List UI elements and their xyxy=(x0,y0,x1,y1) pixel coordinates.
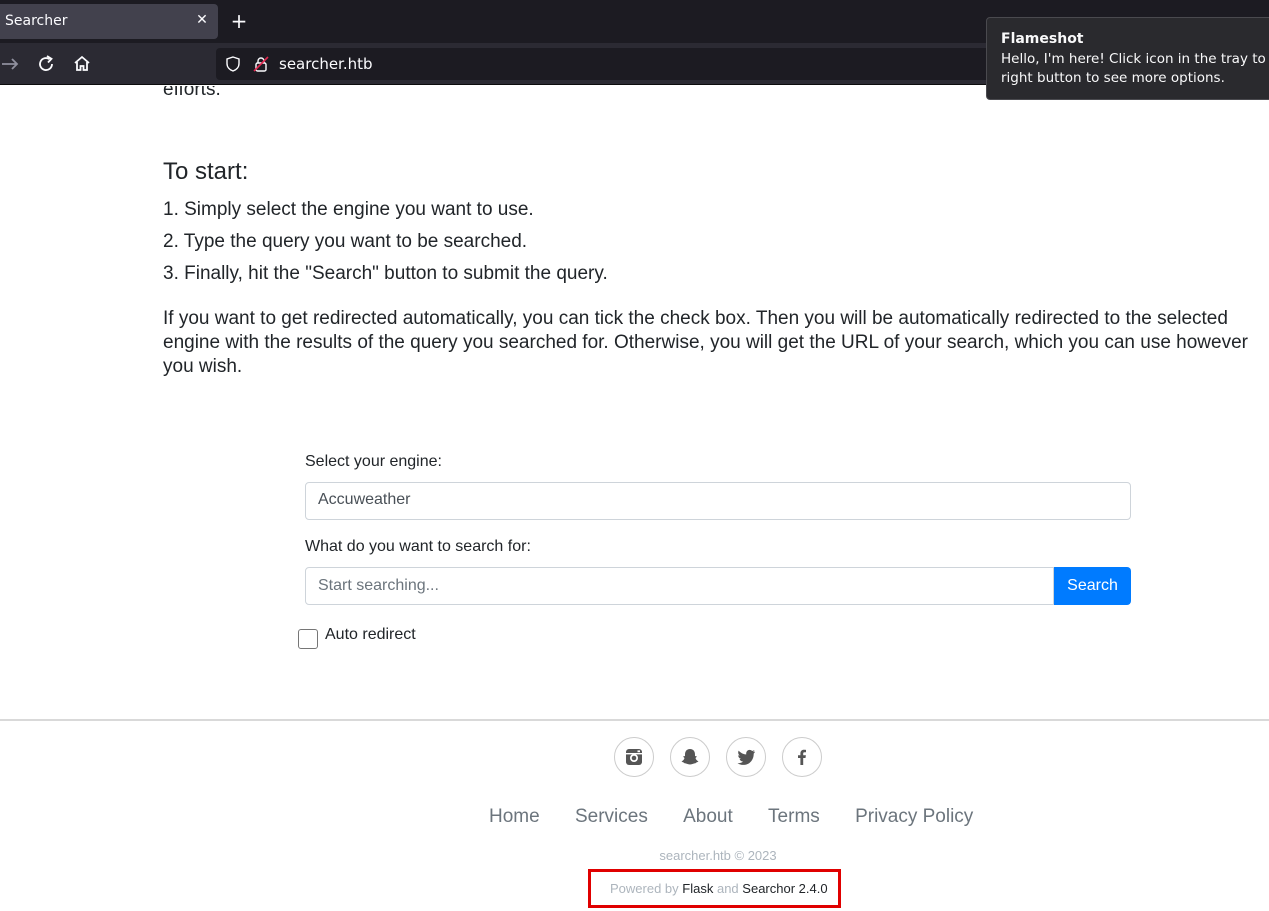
flameshot-notification[interactable]: Flameshot Hello, I'm here! Click icon in… xyxy=(986,17,1269,100)
engine-label: Select your engine: xyxy=(305,453,442,470)
tab-close-icon[interactable]: ✕ xyxy=(194,10,210,30)
powered-by-highlight: Powered by Flask and Searchor 2.4.0 xyxy=(588,869,841,908)
footer-link-privacy[interactable]: Privacy Policy xyxy=(855,806,973,828)
instagram-icon[interactable] xyxy=(614,737,654,777)
footer-link-terms[interactable]: Terms xyxy=(768,806,820,828)
notification-line-1: Hello, I'm here! Click icon in the tray … xyxy=(1001,51,1269,67)
partial-text: efforts. xyxy=(163,86,221,100)
powered-and: and xyxy=(716,881,739,896)
powered-by-text: Powered by Flask and Searchor 2.4.0 xyxy=(610,881,828,896)
new-tab-button[interactable]: + xyxy=(229,11,249,31)
copyright-text: searcher.htb © 2023 xyxy=(659,848,777,863)
shield-icon[interactable] xyxy=(224,55,242,73)
footer-links: Home Services About Terms Privacy Policy xyxy=(489,806,973,828)
step-item: 1. Simply select the engine you want to … xyxy=(163,199,534,220)
search-input[interactable] xyxy=(305,567,1054,605)
searchor-link[interactable]: Searchor 2.4.0 xyxy=(742,881,827,896)
reload-icon[interactable] xyxy=(34,52,58,76)
twitter-icon[interactable] xyxy=(726,737,766,777)
tab-title: Searcher xyxy=(5,13,68,29)
engine-select[interactable]: Accuweather xyxy=(305,482,1131,520)
instructions-paragraph: If you want to get redirected automatica… xyxy=(163,308,1248,377)
step-item: 2. Type the query you want to be searche… xyxy=(163,231,528,252)
notification-body: Hello, I'm here! Click icon in the tray … xyxy=(1001,50,1269,88)
auto-redirect-label[interactable]: Auto redirect xyxy=(325,626,416,644)
flask-link[interactable]: Flask xyxy=(682,881,713,896)
search-button[interactable]: Search xyxy=(1054,567,1131,605)
snapchat-icon[interactable] xyxy=(670,737,710,777)
footer-divider xyxy=(0,719,1269,721)
insecure-lock-icon[interactable] xyxy=(252,55,270,73)
home-icon[interactable] xyxy=(70,52,94,76)
start-heading: To start: xyxy=(163,158,249,185)
search-form: Select your engine: Accuweather What do … xyxy=(305,453,1131,605)
url-text[interactable]: searcher.htb xyxy=(279,55,373,73)
auto-redirect-checkbox[interactable] xyxy=(298,629,318,649)
browser-tab[interactable]: Searcher ✕ xyxy=(0,4,218,39)
powered-prefix: Powered by xyxy=(610,881,679,896)
notification-title: Flameshot xyxy=(1001,31,1084,47)
search-row: Search xyxy=(305,567,1131,605)
steps-list: 1. Simply select the engine you want to … xyxy=(163,194,608,290)
facebook-icon[interactable] xyxy=(782,737,822,777)
page-content: efforts. To start: 1. Simply select the … xyxy=(0,86,1269,911)
step-item: 3. Finally, hit the "Search" button to s… xyxy=(163,263,608,284)
notification-line-2: right button to see more options. xyxy=(1001,70,1225,86)
footer-link-home[interactable]: Home xyxy=(489,806,540,828)
query-label: What do you want to search for: xyxy=(305,538,531,555)
forward-icon[interactable] xyxy=(0,52,24,76)
footer-link-about[interactable]: About xyxy=(683,806,733,828)
footer-link-services[interactable]: Services xyxy=(575,806,648,828)
